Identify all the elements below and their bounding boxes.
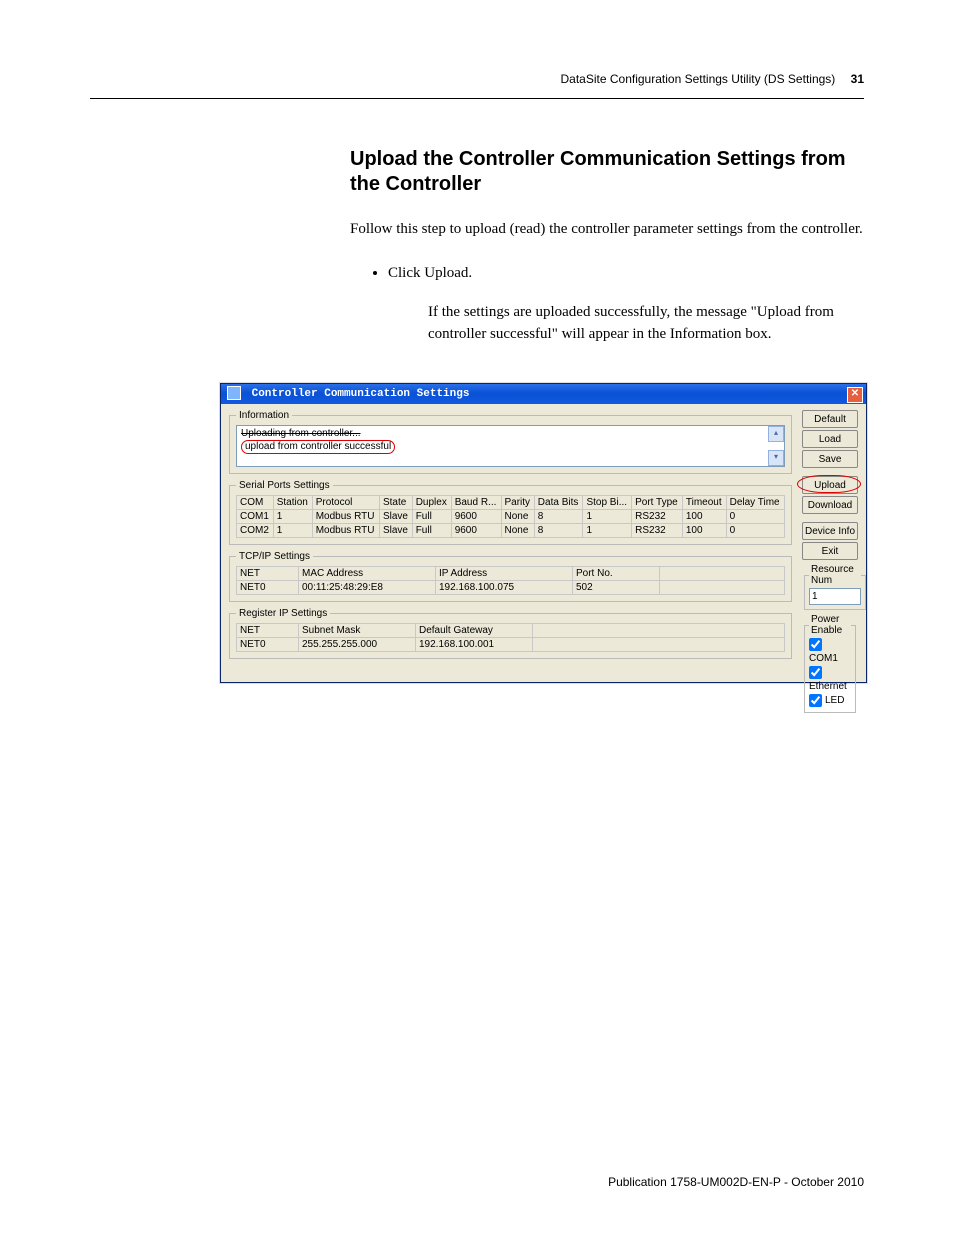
col-net[interactable]: NET — [237, 567, 299, 581]
regip-legend: Register IP Settings — [236, 608, 330, 619]
page-header: DataSite Configuration Settings Utility … — [0, 0, 954, 94]
col-station[interactable]: Station — [273, 496, 312, 510]
tcpip-legend: TCP/IP Settings — [236, 551, 313, 562]
resource-legend: Resource Num — [809, 564, 861, 586]
col-timeout[interactable]: Timeout — [682, 496, 726, 510]
col-port[interactable]: Port No. — [573, 567, 660, 581]
power-ethernet-checkbox[interactable]: Ethernet — [809, 666, 851, 694]
header-title: DataSite Configuration Settings Utility … — [561, 72, 836, 86]
serial-ports-group: Serial Ports Settings COM Station Protoc… — [229, 480, 792, 545]
col-state[interactable]: State — [379, 496, 412, 510]
download-button[interactable]: Download — [802, 496, 858, 514]
col-delay[interactable]: Delay Time — [726, 496, 784, 510]
col-protocol[interactable]: Protocol — [312, 496, 379, 510]
information-textbox[interactable]: Uploading from controller... upload from… — [236, 425, 785, 467]
table-row[interactable]: NET0 00:11:25:48:29:E8 192.168.100.075 5… — [237, 581, 785, 595]
intro-paragraph: Follow this step to upload (read) the co… — [350, 219, 864, 240]
result-paragraph: If the settings are uploaded successfull… — [428, 301, 864, 346]
col-mac[interactable]: MAC Address — [299, 567, 436, 581]
col-parity[interactable]: Parity — [501, 496, 534, 510]
section-title: Upload the Controller Communication Sett… — [350, 147, 864, 197]
exit-button[interactable]: Exit — [802, 542, 858, 560]
close-icon[interactable]: ✕ — [847, 387, 863, 403]
col-baud[interactable]: Baud R... — [451, 496, 501, 510]
col-ip[interactable]: IP Address — [436, 567, 573, 581]
col-databits[interactable]: Data Bits — [534, 496, 583, 510]
table-row[interactable]: COM2 1 Modbus RTU Slave Full 9600 None 8… — [237, 524, 785, 538]
information-legend: Information — [236, 410, 292, 421]
scroll-up-icon[interactable]: ▴ — [768, 426, 784, 442]
serial-legend: Serial Ports Settings — [236, 480, 333, 491]
app-icon — [227, 386, 241, 400]
col-com[interactable]: COM — [237, 496, 274, 510]
tcpip-table[interactable]: NET MAC Address IP Address Port No. NET0… — [236, 566, 785, 595]
col-porttype[interactable]: Port Type — [632, 496, 683, 510]
tcpip-group: TCP/IP Settings NET MAC Address IP Addre… — [229, 551, 792, 602]
save-button[interactable]: Save — [802, 450, 858, 468]
header-page: 31 — [851, 72, 864, 86]
col-net2[interactable]: NET — [237, 624, 299, 638]
device-info-button[interactable]: Device Info — [802, 522, 858, 540]
upload-button[interactable]: Upload — [802, 476, 858, 494]
register-ip-table[interactable]: NET Subnet Mask Default Gateway NET0 255… — [236, 623, 785, 652]
col-subnet[interactable]: Subnet Mask — [299, 624, 416, 638]
power-led-checkbox[interactable]: LED — [809, 694, 851, 708]
default-button[interactable]: Default — [802, 410, 858, 428]
dialog-title: Controller Communication Settings — [252, 388, 470, 400]
info-line-success: upload from controller successful — [241, 440, 395, 454]
resource-num-group: Resource Num — [804, 564, 866, 610]
power-enable-group: Power Enable COM1 Ethernet LED — [804, 614, 856, 713]
col-stopbits[interactable]: Stop Bi... — [583, 496, 632, 510]
scroll-down-icon[interactable]: ▾ — [768, 450, 784, 466]
resource-num-input[interactable] — [809, 588, 861, 605]
side-button-column: Default Load Save Upload Download Device… — [802, 410, 858, 713]
dialog-titlebar[interactable]: Controller Communication Settings ✕ — [221, 384, 866, 404]
serial-ports-table[interactable]: COM Station Protocol State Duplex Baud R… — [236, 495, 785, 538]
col-gateway[interactable]: Default Gateway — [416, 624, 533, 638]
bullet-click-upload: Click Upload. — [388, 262, 864, 285]
header-rule — [90, 98, 864, 99]
col-duplex[interactable]: Duplex — [412, 496, 451, 510]
info-line-uploading: Uploading from controller... — [241, 428, 780, 440]
load-button[interactable]: Load — [802, 430, 858, 448]
table-row[interactable]: NET0 255.255.255.000 192.168.100.001 — [237, 638, 785, 652]
power-com1-checkbox[interactable]: COM1 — [809, 638, 851, 666]
page-footer: Publication 1758-UM002D-EN-P - October 2… — [608, 1175, 864, 1189]
power-legend: Power Enable — [809, 614, 851, 636]
register-ip-group: Register IP Settings NET Subnet Mask Def… — [229, 608, 792, 659]
table-row[interactable]: COM1 1 Modbus RTU Slave Full 9600 None 8… — [237, 510, 785, 524]
controller-comm-settings-dialog: Controller Communication Settings ✕ Info… — [220, 383, 867, 683]
information-group: Information Uploading from controller...… — [229, 410, 792, 474]
